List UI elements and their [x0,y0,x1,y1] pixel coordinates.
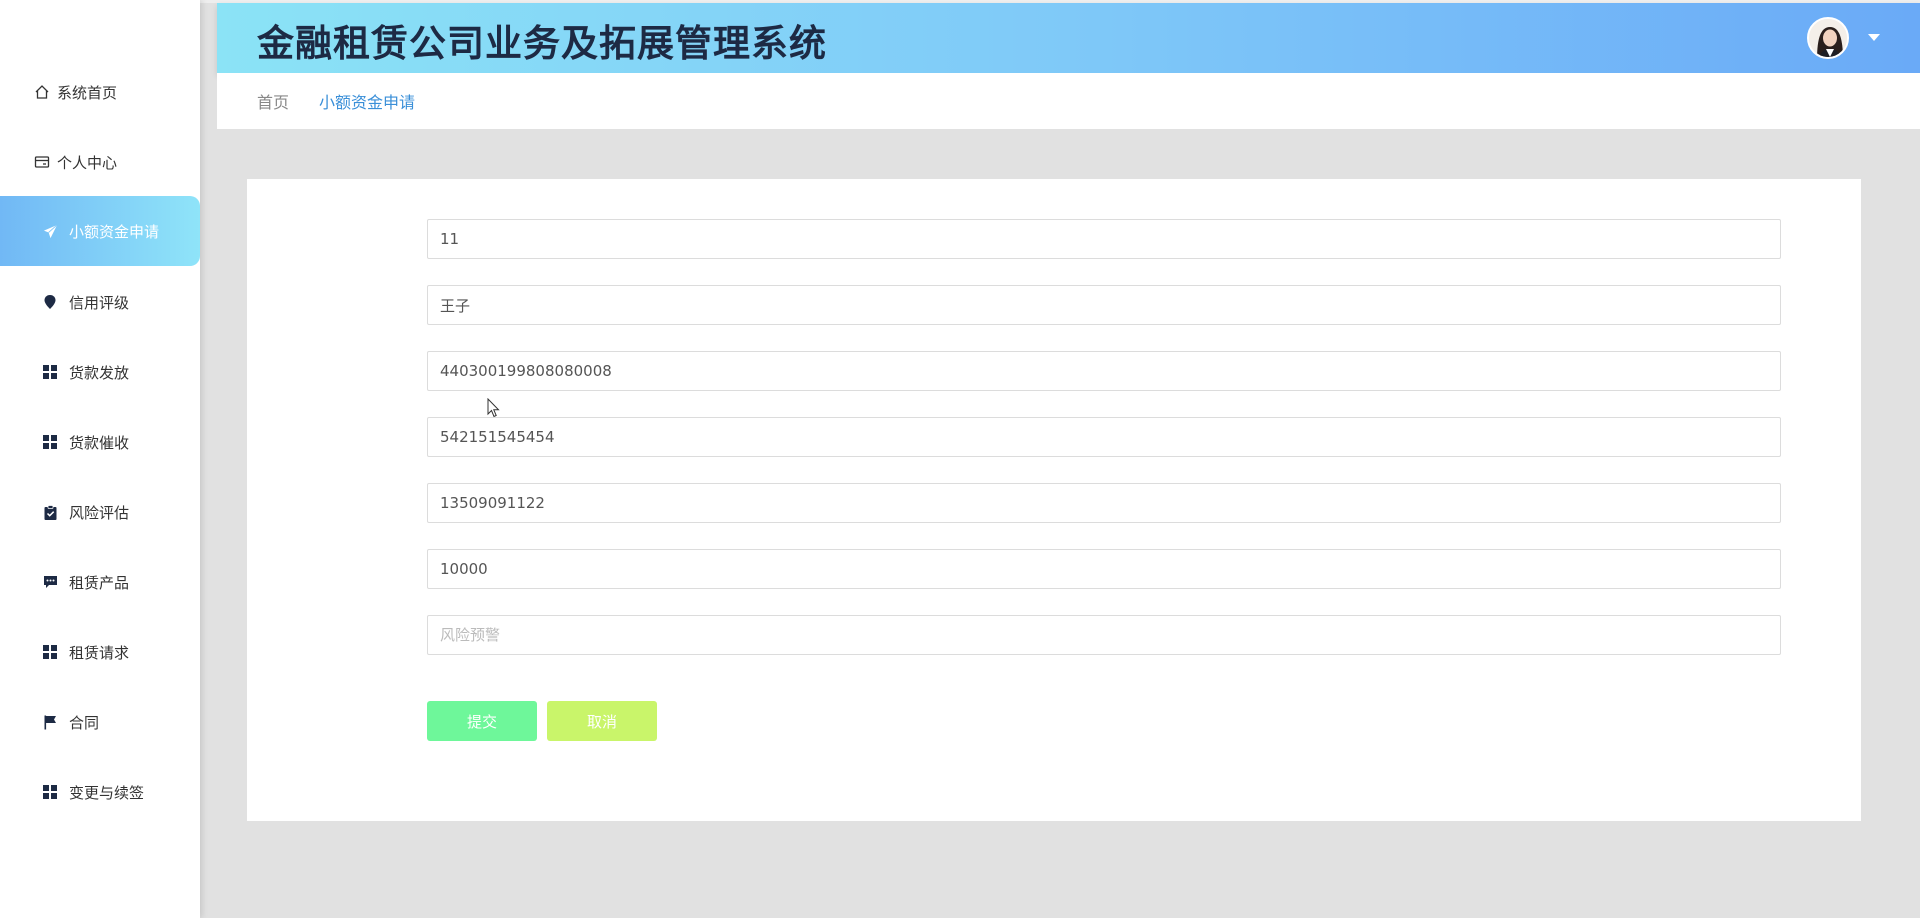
sidebar-item-lease-requests[interactable]: 租赁请求 [0,617,200,687]
grid-icon [41,783,59,801]
bank-card-input[interactable] [427,417,1781,457]
sidebar-item-loan-collection[interactable]: 货款催收 [0,407,200,477]
breadcrumb-current: 小额资金申请 [319,93,416,112]
sidebar-item-small-loan-application[interactable]: 小额资金申请 [0,196,200,266]
sidebar-item-home[interactable]: 系统首页 [0,57,200,127]
comment-dots-icon [41,573,59,591]
form-row-id-number: 身份证号 [247,351,1861,391]
phone-input[interactable] [427,483,1781,523]
form-row-loan-amount: 货款金额 [247,549,1861,589]
grid-icon [41,363,59,381]
cancel-button[interactable]: 取消 [547,701,657,741]
top-header: 金融租赁公司业务及拓展管理系统 [217,3,1920,73]
sidebar-item-label: 租赁请求 [69,643,130,662]
form-row-risk-warning: 风险预警 [247,615,1861,655]
sidebar-item-label: 小额资金申请 [69,222,160,241]
form-row-bank-card: 银行卡号 [247,417,1861,457]
paper-plane-icon [41,222,59,240]
sidebar-item-risk-assessment[interactable]: 风险评估 [0,477,200,547]
sidebar-item-label: 货款发放 [69,363,130,382]
loan-amount-input[interactable] [427,549,1781,589]
sidebar-item-loan-disbursement[interactable]: 货款发放 [0,337,200,407]
risk-warning-input[interactable] [427,615,1781,655]
sidebar-item-credit-rating[interactable]: 信用评级 [0,267,200,337]
card-icon [33,153,51,171]
submit-button[interactable]: 提交 [427,701,537,741]
sidebar-item-label: 个人中心 [57,153,118,172]
home-icon [33,83,51,101]
breadcrumb-home[interactable]: 首页 [257,89,289,113]
grid-icon [41,643,59,661]
flag-icon [41,713,59,731]
sidebar-item-contract[interactable]: 合同 [0,687,200,757]
location-pin-icon [41,293,59,311]
chevron-down-icon[interactable] [1868,34,1880,41]
user-avatar[interactable] [1807,17,1849,59]
form-row-user-name: 用户姓名 [247,285,1861,325]
sidebar-item-label: 变更与续签 [69,783,145,802]
app-title: 金融租赁公司业务及拓展管理系统 [257,22,827,65]
sidebar: 系统首页 个人中心 小额资金申请 信用评级 货款发放 货款催收 风险评估 租赁产… [0,0,200,918]
mouse-cursor-icon [487,397,501,422]
sidebar-item-label: 货款催收 [69,433,130,452]
sidebar-item-label: 租赁产品 [69,573,130,592]
sidebar-item-label: 风险评估 [69,503,130,522]
sidebar-item-label: 合同 [69,713,100,732]
breadcrumb: 首页 小额资金申请 [217,73,1920,129]
form-row-phone: 手机号码 [247,483,1861,523]
grid-icon [41,433,59,451]
id-number-input[interactable] [427,351,1781,391]
user-account-input[interactable] [427,219,1781,259]
sidebar-item-label: 信用评级 [69,293,130,312]
sidebar-item-profile[interactable]: 个人中心 [0,127,200,197]
clipboard-check-icon [41,503,59,521]
sidebar-item-lease-products[interactable]: 租赁产品 [0,547,200,617]
application-form: 用户账号 用户姓名 身份证号 银行卡号 手机号码 货款金额 风险预警 提交 取消 [247,179,1861,821]
user-name-input[interactable] [427,285,1781,325]
sidebar-item-label: 系统首页 [57,83,118,102]
sidebar-item-change-and-renewal[interactable]: 变更与续签 [0,757,200,827]
form-row-user-account: 用户账号 [247,219,1861,259]
